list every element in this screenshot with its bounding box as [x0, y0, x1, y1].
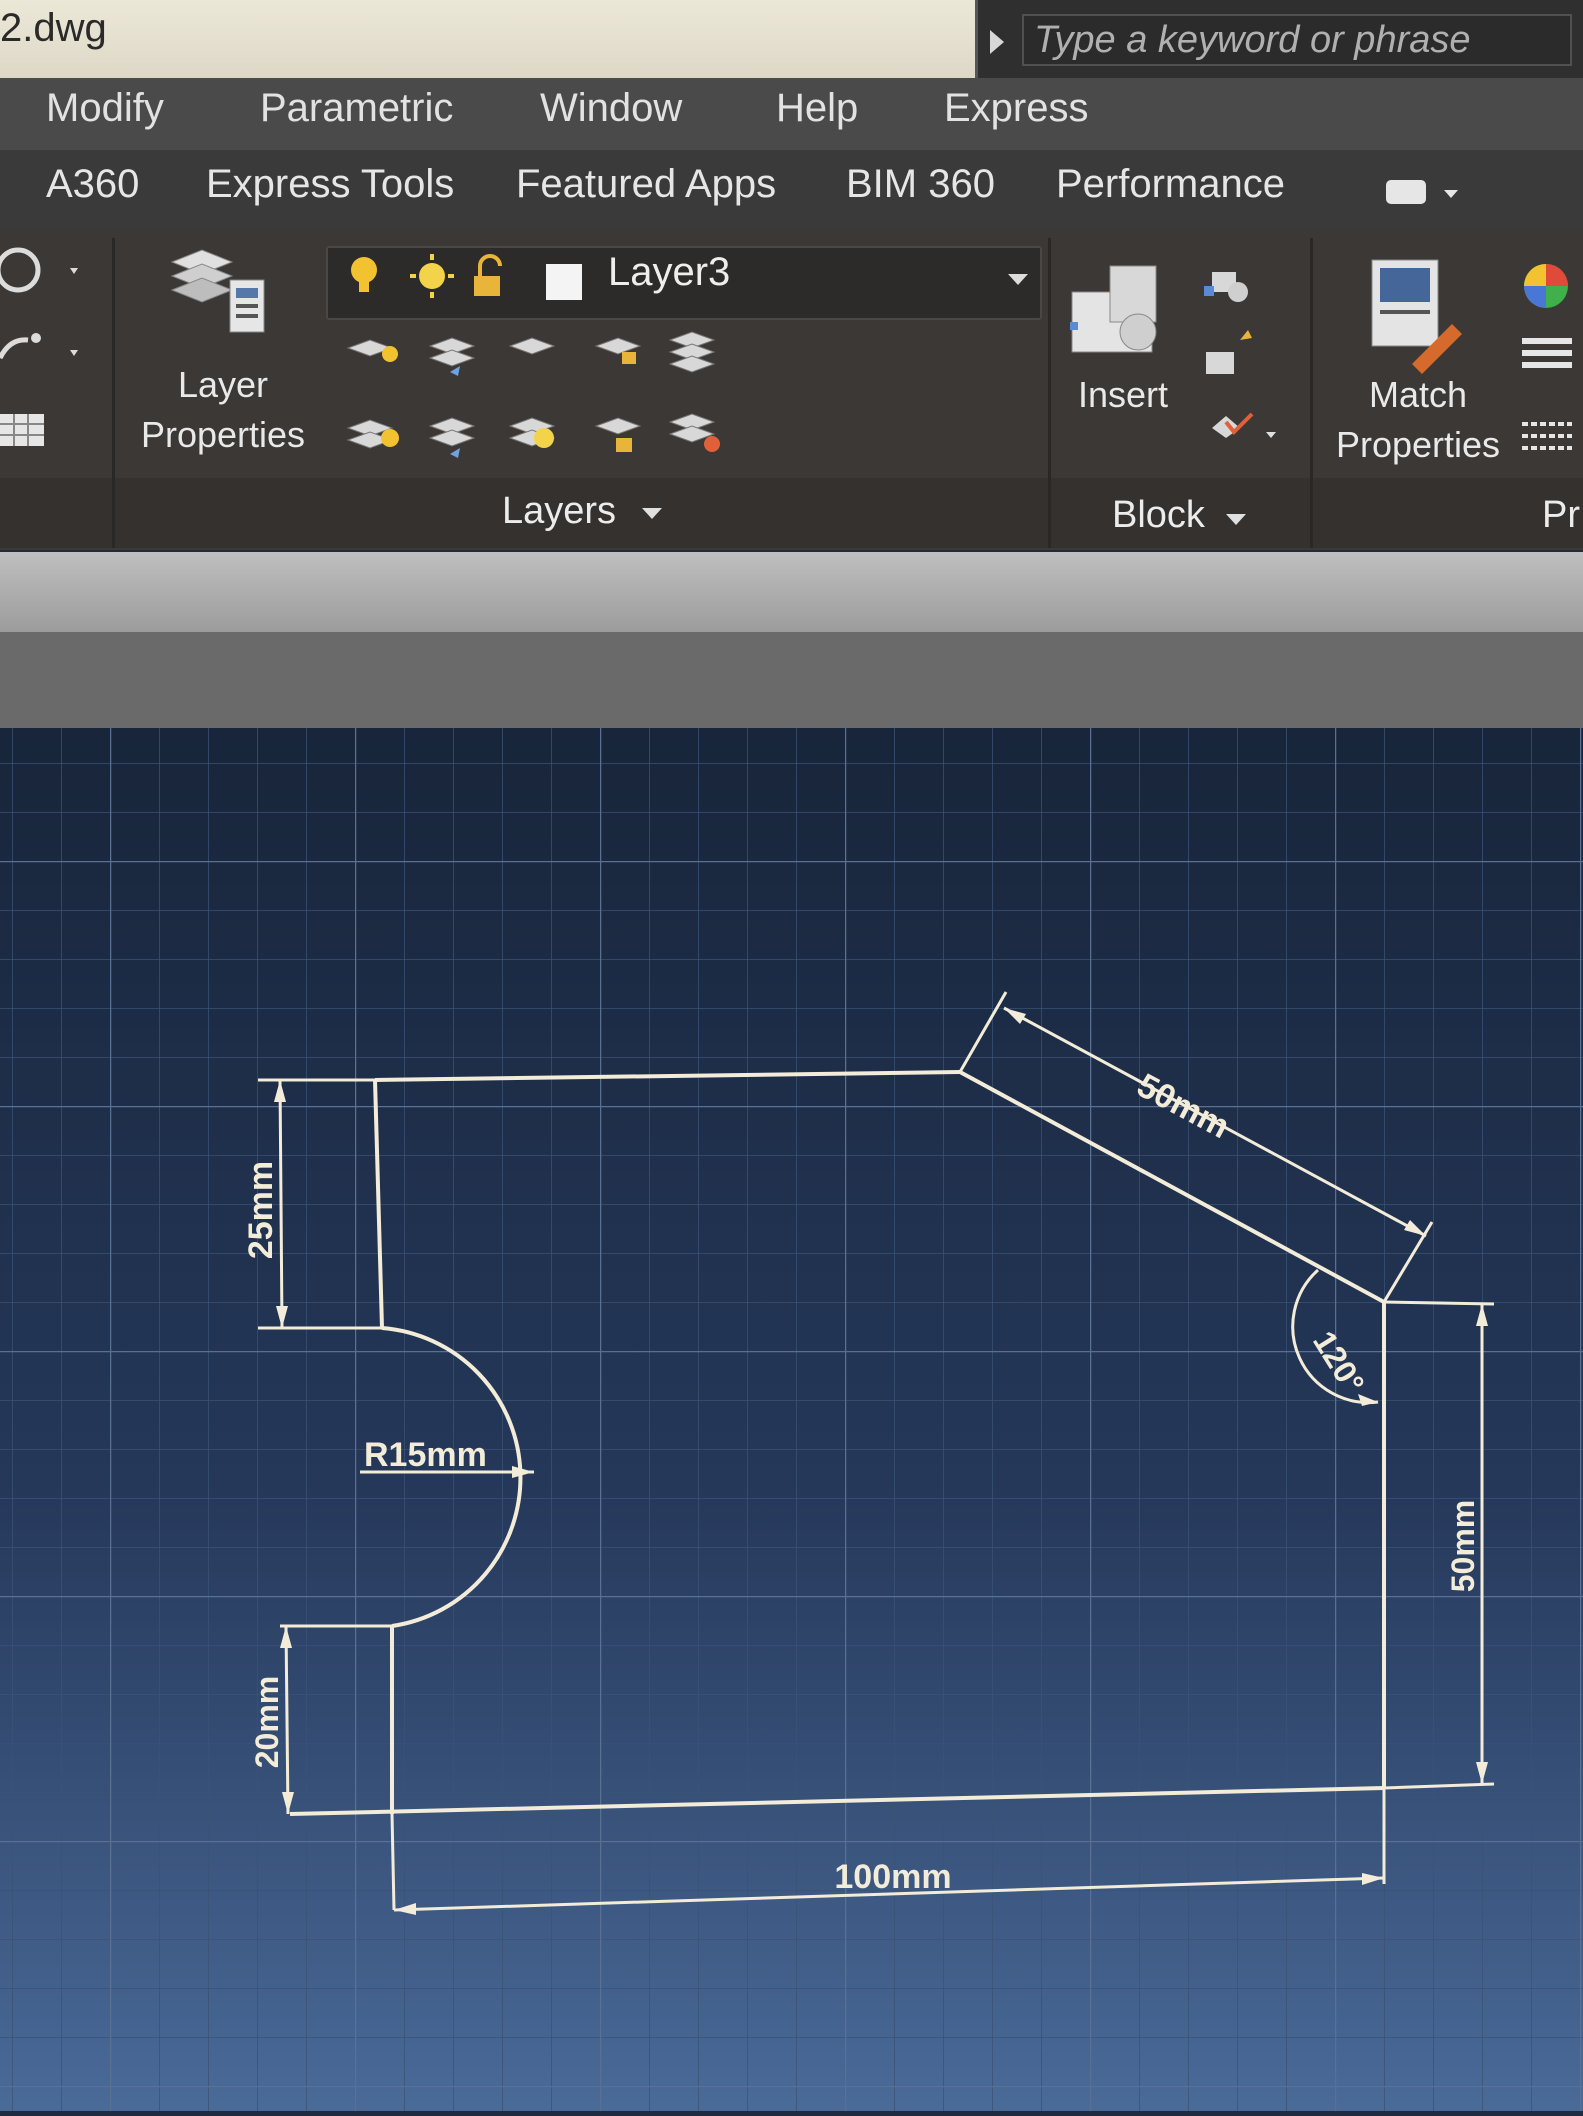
- menu-window[interactable]: Window: [540, 86, 682, 131]
- layer-state-icons: [351, 254, 582, 300]
- current-layer-name: Layer3: [608, 250, 731, 294]
- draw-tools-icon[interactable]: [0, 238, 100, 468]
- drawing-svg: 50mm 25mm R15mm 20mm 120° 50mm 100mm: [0, 728, 1583, 2111]
- menu-modify[interactable]: Modify: [46, 86, 164, 131]
- match-properties-button[interactable]: Match Properties: [1320, 370, 1516, 470]
- chevron-down-icon[interactable]: [1444, 190, 1458, 198]
- chevron-down-icon[interactable]: [642, 508, 662, 519]
- tab-performance[interactable]: Performance: [1056, 162, 1285, 207]
- tab-bim-360[interactable]: BIM 360: [846, 162, 995, 207]
- menu-express[interactable]: Express: [944, 86, 1089, 131]
- dropdown-arrow-icon[interactable]: [1008, 274, 1028, 285]
- panel-toggle-icon[interactable]: [1386, 180, 1426, 204]
- file-tab-bar: [0, 632, 1583, 728]
- dim-bottom-100mm: 100mm: [834, 1858, 951, 1896]
- insert-button[interactable]: Insert: [1058, 370, 1188, 420]
- layers-panel-title[interactable]: Layers: [502, 490, 616, 533]
- layer-tools-icons[interactable]: [340, 326, 740, 466]
- menu-parametric[interactable]: Parametric: [260, 86, 453, 131]
- ribbon-bottom-bar: [0, 552, 1583, 632]
- insert-block-icon[interactable]: [1066, 252, 1276, 452]
- ribbon-tab-bar: A360 Express Tools Featured Apps BIM 360…: [0, 150, 1583, 228]
- tab-a360[interactable]: A360: [46, 162, 139, 207]
- window-title: 2.dwg: [0, 6, 107, 50]
- tab-featured-apps[interactable]: Featured Apps: [516, 162, 776, 207]
- block-panel-title[interactable]: Block: [1112, 494, 1205, 537]
- chevron-down-icon[interactable]: [1226, 514, 1246, 525]
- dim-left-top-25mm: 25mm: [242, 1161, 280, 1259]
- layer-properties-icon[interactable]: [164, 240, 274, 340]
- menu-help[interactable]: Help: [776, 86, 858, 131]
- drawing-grid: [0, 728, 1583, 2111]
- dim-left-bottom-20mm: 20mm: [249, 1676, 285, 1769]
- dim-right-50mm: 50mm: [1445, 1500, 1481, 1593]
- tab-express-tools[interactable]: Express Tools: [206, 162, 454, 207]
- search-input[interactable]: [1022, 14, 1572, 66]
- menu-bar: Modify Parametric Window Help Express: [0, 78, 1583, 150]
- dim-radius-r15mm: R15mm: [364, 1436, 487, 1474]
- expand-arrow-icon[interactable]: [990, 30, 1004, 54]
- panel-footer: [0, 478, 112, 548]
- drawing-canvas[interactable]: 50mm 25mm R15mm 20mm 120° 50mm 100mm: [0, 728, 1583, 2111]
- properties-panel-title[interactable]: Pr: [1542, 494, 1580, 537]
- layer-properties-button[interactable]: Layer Properties: [120, 360, 326, 460]
